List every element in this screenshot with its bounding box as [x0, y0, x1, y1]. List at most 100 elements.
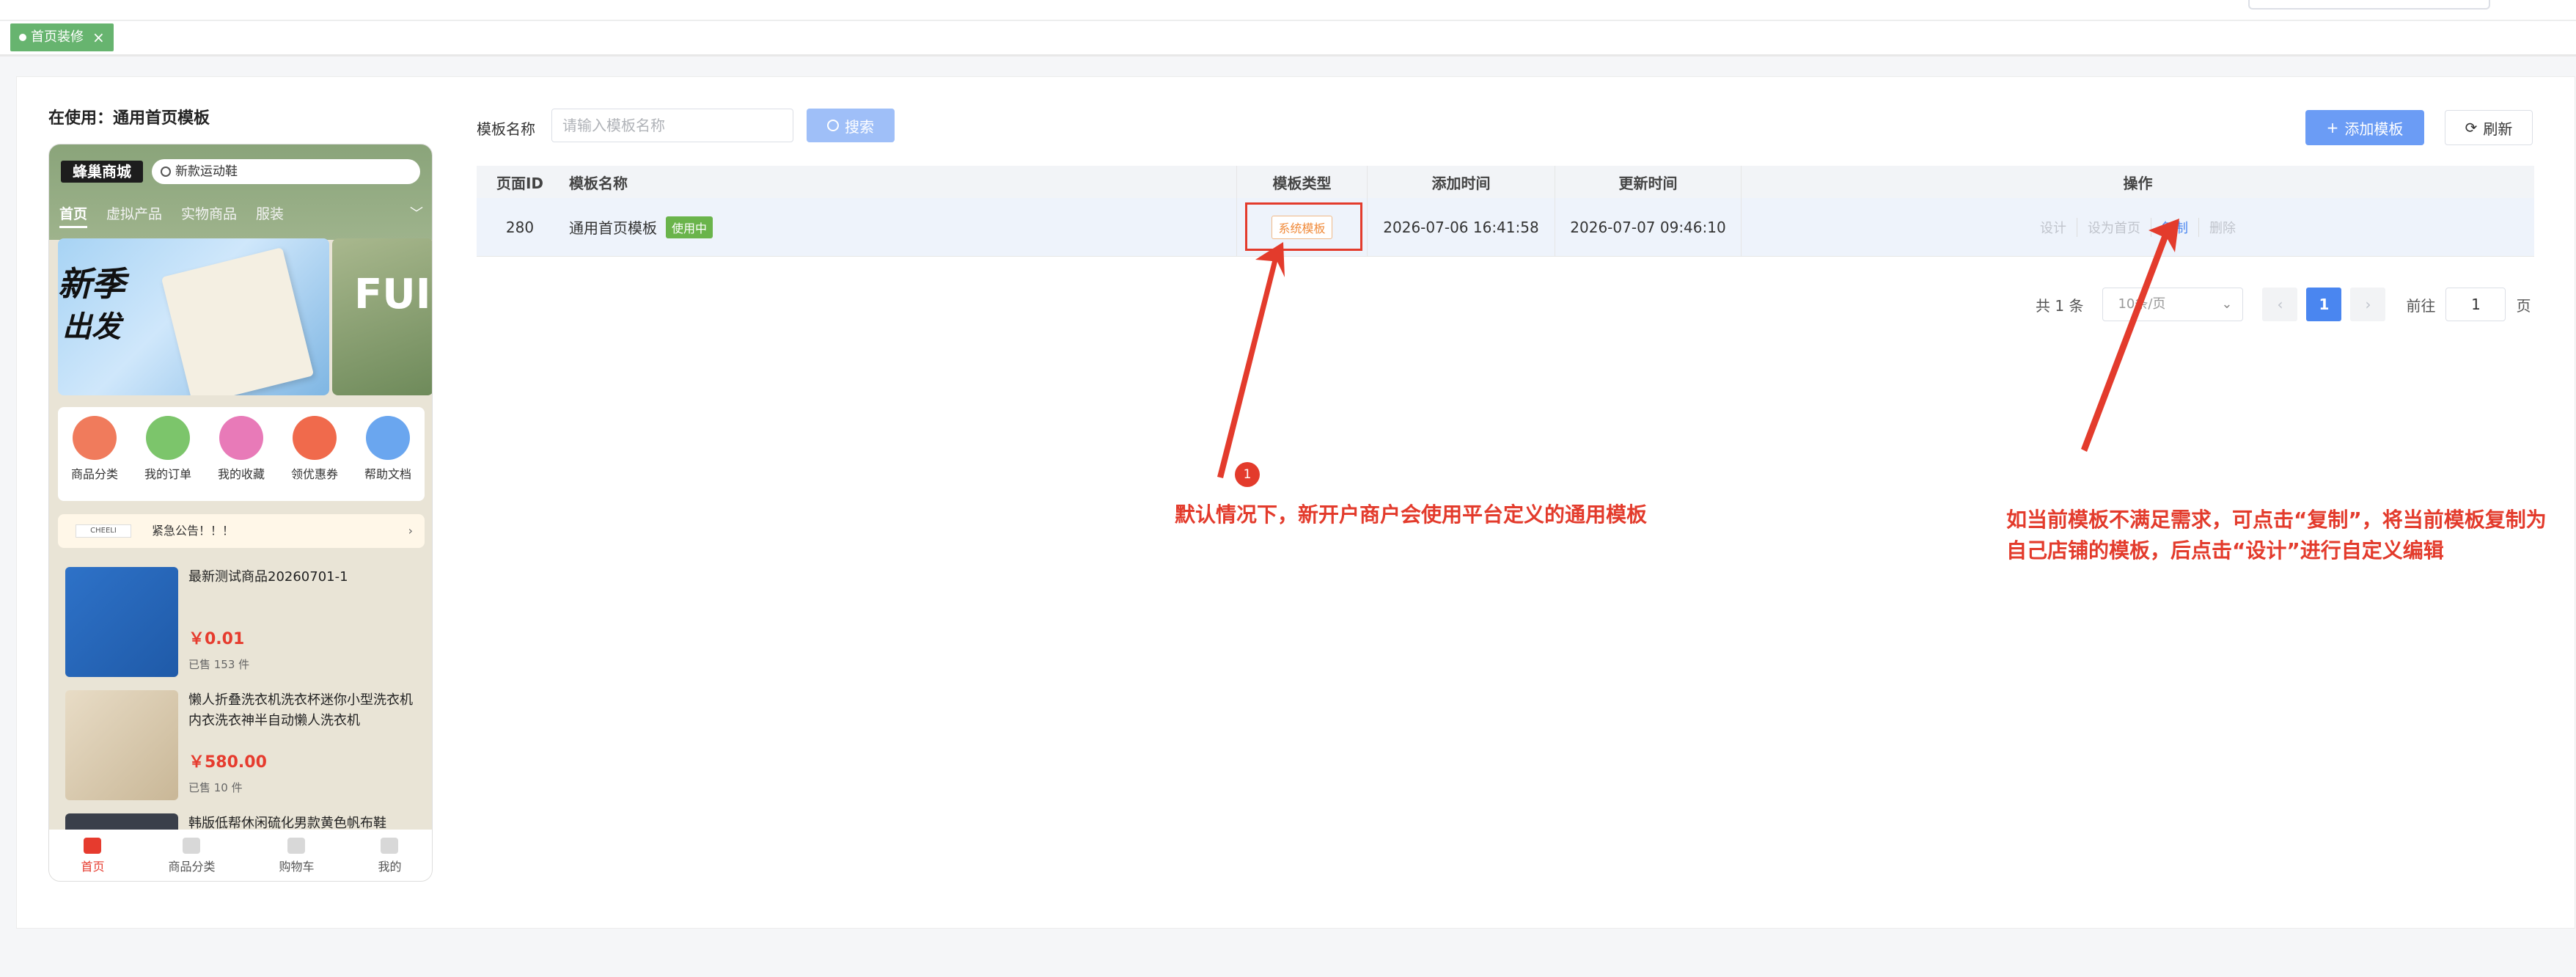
goods-name: 懒人折叠洗衣机洗衣杯迷你小型洗衣机内衣洗衣神半自动懒人洗衣机	[188, 692, 413, 728]
preview-nav-item: 服装	[256, 206, 285, 222]
header-cell: 模板类型	[1236, 166, 1367, 198]
preview-tab-me: 我的	[378, 838, 402, 874]
add-template-label: 添加模板	[2344, 120, 2404, 138]
coupon-icon	[292, 416, 337, 460]
goods-sold: 已售 153 件	[188, 658, 250, 671]
goods-price: ￥580.00	[188, 753, 267, 772]
user-icon	[381, 838, 399, 854]
preview-search: 新款运动鞋	[152, 159, 420, 184]
annotation-text-1: 默认情况下，新开户商户会使用平台定义的通用模板	[1175, 502, 1648, 527]
tab-label: 首页装修	[31, 29, 84, 45]
preview-tab-label: 商品分类	[168, 860, 216, 874]
icon-label: 帮助文档	[364, 467, 411, 481]
notice-brand: CHEELI	[76, 524, 131, 538]
preview-nav-item: 虚拟产品	[106, 206, 163, 222]
header-cell: 页面ID	[496, 174, 544, 192]
page-size-select[interactable]: 10条/页 ⌄	[2102, 288, 2244, 321]
copy-link[interactable]: 复制	[2151, 217, 2198, 237]
cell-ops: 设计 设为首页 复制 删除	[1741, 198, 2534, 256]
icon-label: 商品分类	[70, 467, 118, 481]
icon-label: 我的收藏	[217, 467, 265, 481]
current-template-label: 在使用：通用首页模板	[48, 109, 210, 128]
template-name: 通用首页模板	[569, 219, 657, 237]
preview-icon-item: 帮助文档	[364, 416, 411, 501]
chevron-right-icon: ›	[408, 524, 413, 538]
next-page-button[interactable]: ›	[2350, 288, 2386, 321]
plus-icon: +	[2326, 119, 2339, 136]
banner-text: 出发	[62, 310, 121, 344]
template-table: 页面ID 模板名称 模板类型 添加时间 更新时间 操作 280 通用首页模板 使…	[477, 166, 2534, 257]
chevron-down-icon: ⌄	[2221, 296, 2233, 312]
goods-image	[65, 690, 178, 800]
notebook-image	[161, 247, 315, 395]
cell-id: 280	[505, 218, 535, 236]
preview-icon-item: 我的订单	[144, 416, 191, 501]
page-size-value: 10条/页	[2118, 296, 2166, 312]
top-bar	[0, 0, 2576, 21]
current-page-button[interactable]: 1	[2306, 288, 2342, 321]
search-icon	[161, 167, 171, 177]
header-cell: 操作	[1741, 166, 2534, 198]
preview-tab-label: 我的	[378, 860, 402, 874]
refresh-icon: ⟳	[2465, 119, 2478, 136]
preview-icon-grid: 商品分类 我的订单 我的收藏 领优惠券 帮助文档	[58, 407, 425, 501]
preview-tab-cart: 购物车	[279, 838, 315, 874]
header-cell: 添加时间	[1367, 166, 1555, 198]
search-button[interactable]: 搜索	[807, 109, 895, 142]
design-link[interactable]: 设计	[2030, 218, 2077, 237]
cell-updated: 2026-07-07 09:46:10	[1555, 198, 1741, 256]
notice-text: 紧急公告！！！	[152, 524, 235, 538]
table-row[interactable]: 280 通用首页模板 使用中 系统模板 2026-07-06 16:41:58 …	[477, 198, 2534, 257]
cart-icon	[287, 838, 306, 854]
goods-item: 最新测试商品20260701-1 ￥0.01 已售 153 件	[58, 555, 425, 678]
top-right-box[interactable]	[2248, 0, 2490, 10]
highlight-box	[1245, 202, 1362, 251]
phone-preview: 蜂巢商城 新款运动鞋 首页 虚拟产品 实物商品 服装 ﹀ 新季 出发 FUI 商…	[48, 144, 433, 882]
refresh-button[interactable]: ⟳ 刷新	[2445, 110, 2533, 145]
refresh-label: 刷新	[2483, 120, 2513, 138]
goods-item: 懒人折叠洗衣机洗衣杯迷你小型洗衣机内衣洗衣神半自动懒人洗衣机 ￥580.00 已…	[58, 678, 425, 802]
preview-tab-category: 商品分类	[168, 838, 216, 874]
tab-home-decoration[interactable]: 首页装修 ×	[10, 23, 114, 51]
icon-label: 我的订单	[144, 467, 191, 481]
status-badge: 使用中	[666, 216, 713, 238]
row-actions: 设计 设为首页 复制 删除	[2030, 217, 2246, 237]
annotation-text-2: 如当前模板不满足需求，可点击“复制”，将当前模板复制为自己店铺的模板，后点击“设…	[2006, 508, 2547, 563]
preview-icon-item: 商品分类	[71, 416, 118, 501]
preview-icon-item: 领优惠券	[291, 416, 338, 501]
preview-tab-label: 首页	[81, 860, 105, 874]
delete-link[interactable]: 删除	[2198, 217, 2246, 237]
template-name-label: 模板名称	[477, 120, 535, 138]
active-dot-icon	[19, 34, 26, 41]
annotation-number: 1	[1235, 462, 1260, 487]
pagination: 共 1 条 10条/页 ⌄ ‹ 1 › 前往 1 页	[2036, 288, 2531, 321]
goods-name: 最新测试商品20260701-1	[188, 569, 348, 585]
banner-text: 新季	[58, 264, 125, 304]
preview-tab-label: 购物车	[279, 860, 315, 874]
cell-name: 通用首页模板 使用中	[563, 198, 1236, 256]
add-template-button[interactable]: + 添加模板	[2305, 110, 2424, 145]
order-icon	[145, 416, 190, 460]
page-root: 首页装修 × 在使用：通用首页模板 蜂巢商城 新款运动鞋 首页 虚拟产品 实物商…	[0, 0, 2576, 977]
preview-search-text: 新款运动鞋	[175, 164, 238, 179]
shop-logo: 蜂巢商城	[61, 161, 143, 183]
goto-page-input[interactable]: 1	[2445, 288, 2506, 321]
header-cell: 模板名称	[569, 174, 628, 192]
preview-banner: 新季 出发	[58, 238, 329, 395]
preview-header: 蜂巢商城 新款运动鞋 首页 虚拟产品 实物商品 服装 ﹀	[49, 144, 432, 240]
preview-nav: 首页 虚拟产品 实物商品 服装	[59, 203, 284, 228]
close-icon[interactable]: ×	[92, 23, 105, 51]
goto-label: 前往	[2406, 296, 2436, 315]
set-home-link[interactable]: 设为首页	[2077, 217, 2151, 237]
preview-nav-item: 首页	[59, 203, 88, 228]
header-cell: 更新时间	[1555, 166, 1741, 198]
preview-nav-item: 实物商品	[181, 206, 238, 222]
total-count: 共 1 条	[2036, 296, 2084, 315]
preview-tab-home: 首页	[81, 838, 105, 874]
template-name-input[interactable]	[551, 109, 793, 142]
preview-icon-item: 我的收藏	[218, 416, 265, 501]
search-icon	[827, 120, 839, 131]
preview-tabbar: 首页 商品分类 购物车 我的	[49, 830, 432, 881]
favorite-icon	[219, 416, 263, 460]
prev-page-button[interactable]: ‹	[2262, 288, 2298, 321]
